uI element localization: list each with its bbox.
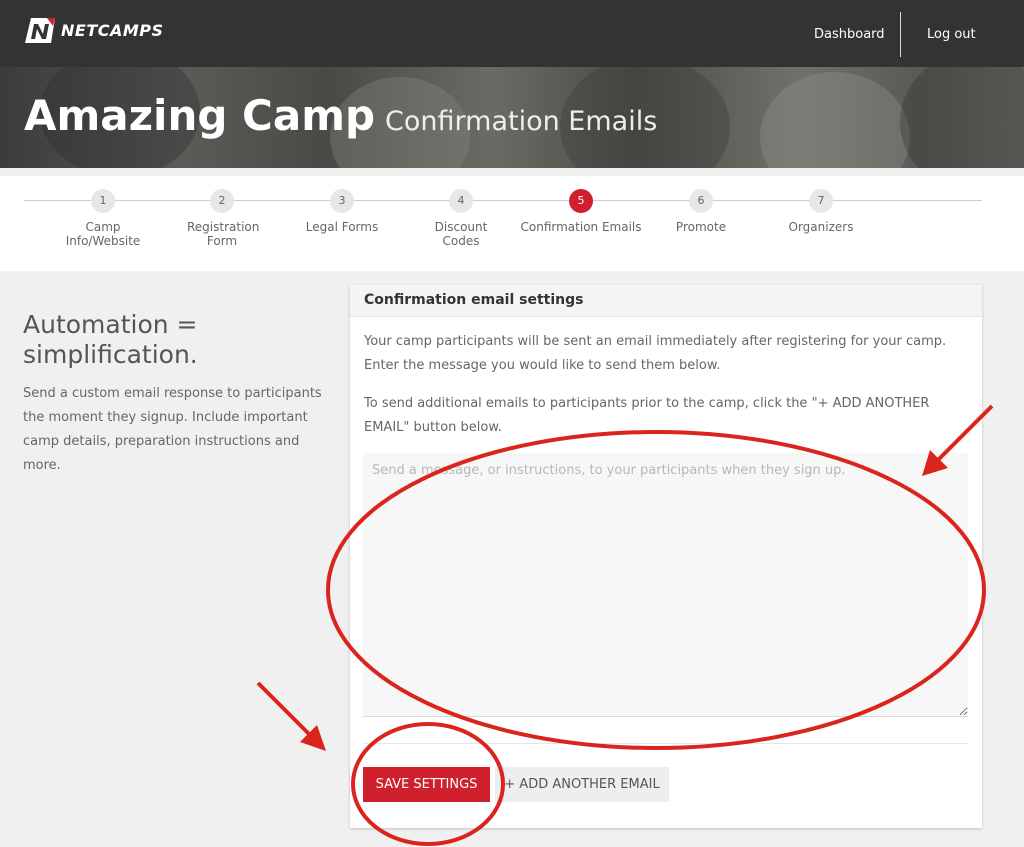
step-discount-codes[interactable]: 4 Discount Codes: [406, 189, 516, 248]
step-number: 5: [569, 189, 593, 213]
camp-name: Amazing Camp: [24, 91, 376, 140]
nav-dashboard-link[interactable]: Dashboard: [814, 27, 885, 42]
step-label: Camp Info/Website: [65, 220, 141, 248]
confirmation-message-input[interactable]: [363, 453, 968, 717]
hero-photo-shape: [900, 67, 1024, 168]
section-heading: Automation = simplification.: [23, 310, 198, 369]
confirmation-email-card: Confirmation email settings Your camp pa…: [350, 285, 982, 828]
step-number: 7: [809, 189, 833, 213]
hero-banner: Amazing Camp Confirmation Emails: [0, 67, 1024, 168]
step-label: Organizers: [788, 220, 854, 234]
card-title: Confirmation email settings: [350, 285, 982, 317]
card-additional-info: To send additional emails to participant…: [364, 396, 930, 435]
step-legal-forms[interactable]: 3 Legal Forms: [287, 189, 397, 234]
add-another-email-button[interactable]: + ADD ANOTHER EMAIL: [495, 767, 669, 802]
top-nav-bar: NETCAMPS Dashboard Log out: [0, 0, 1024, 67]
step-number: 6: [689, 189, 713, 213]
card-instructions: Your camp participants will be sent an e…: [364, 334, 947, 373]
step-label: Legal Forms: [305, 220, 379, 234]
nav-logout-link[interactable]: Log out: [927, 27, 976, 42]
step-promote[interactable]: 6 Promote: [646, 189, 756, 234]
step-number: 1: [91, 189, 115, 213]
save-settings-button[interactable]: SAVE SETTINGS: [363, 767, 490, 802]
step-camp-info[interactable]: 1 Camp Info/Website: [48, 189, 158, 248]
page-title: Amazing Camp Confirmation Emails: [24, 91, 657, 140]
netcamps-logo-icon: [25, 18, 55, 43]
step-label: Confirmation Emails: [520, 220, 642, 234]
annotation-arrow-save: [256, 681, 326, 751]
step-label: Discount Codes: [434, 220, 488, 248]
step-label: Registration Form: [187, 220, 260, 248]
brand-name: NETCAMPS: [61, 21, 164, 40]
page-subtitle: Confirmation Emails: [385, 106, 658, 137]
step-label: Promote: [675, 220, 727, 234]
setup-stepper: 1 Camp Info/Website 2 Registration Form …: [0, 176, 1024, 271]
brand-logo[interactable]: NETCAMPS: [25, 18, 164, 43]
step-registration-form[interactable]: 2 Registration Form: [167, 189, 277, 248]
step-number: 4: [449, 189, 473, 213]
step-number: 2: [210, 189, 234, 213]
step-confirmation-emails[interactable]: 5 Confirmation Emails: [521, 189, 642, 234]
card-divider: [363, 743, 968, 744]
step-organizers[interactable]: 7 Organizers: [766, 189, 876, 234]
step-number: 3: [330, 189, 354, 213]
section-description: Send a custom email response to particip…: [23, 386, 322, 473]
nav-divider: [900, 12, 901, 57]
hero-photo-shape: [760, 72, 910, 168]
